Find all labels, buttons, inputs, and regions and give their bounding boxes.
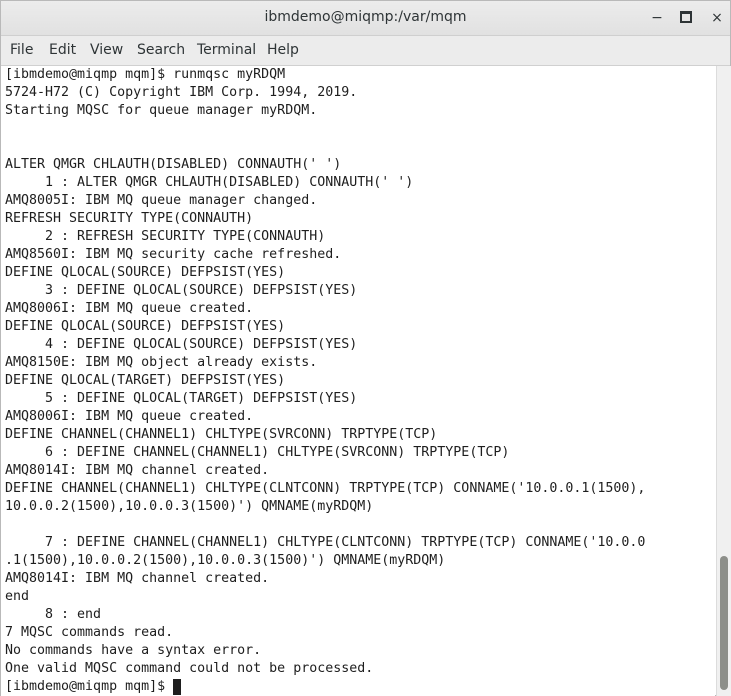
terminal-line: AMQ8006I: IBM MQ queue created. (5, 301, 254, 316)
terminal-line: 1 : ALTER QMGR CHLAUTH(DISABLED) CONNAUT… (5, 175, 414, 190)
close-button[interactable]: × (705, 6, 729, 30)
terminal-line: REFRESH SECURITY TYPE(CONNAUTH) (5, 211, 254, 226)
terminal-line: AMQ8005I: IBM MQ queue manager changed. (5, 193, 318, 208)
terminal-line: 5 : DEFINE QLOCAL(TARGET) DEFPSIST(YES) (5, 391, 358, 406)
terminal-line: .1(1500),10.0.0.2(1500),10.0.0.3(1500)')… (5, 553, 446, 568)
minimize-icon: − (651, 10, 663, 26)
terminal-line: AMQ8150E: IBM MQ object already exists. (5, 355, 318, 370)
menu-help[interactable]: Help (267, 42, 299, 58)
terminal-line: DEFINE QLOCAL(TARGET) DEFPSIST(YES) (5, 373, 286, 388)
terminal-line: 7 MQSC commands read. (5, 625, 174, 640)
prompt-line: [ibmdemo@miqmp mqm]$ (5, 678, 645, 696)
text-cursor (173, 679, 182, 695)
menu-file[interactable]: File (10, 42, 33, 58)
terminal-line: Starting MQSC for queue manager myRDQM. (5, 103, 318, 118)
maximize-icon (680, 10, 692, 23)
terminal-text: [ibmdemo@miqmp mqm]$ runmqsc myRDQM 5724-… (5, 66, 645, 696)
terminal-line: AMQ8006I: IBM MQ queue created. (5, 409, 254, 424)
terminal-line: 8 : end (5, 607, 102, 622)
prompt-text: [ibmdemo@miqmp mqm]$ (5, 679, 174, 694)
terminal-line: DEFINE CHANNEL(CHANNEL1) CHLTYPE(SVRCONN… (5, 427, 438, 442)
title-bar[interactable]: ibmdemo@miqmp:/var/mqm − × (1, 1, 730, 36)
terminal-line: One valid MQSC command could not be proc… (5, 661, 374, 676)
terminal-line: DEFINE QLOCAL(SOURCE) DEFPSIST(YES) (5, 319, 286, 334)
terminal-line: 7 : DEFINE CHANNEL(CHANNEL1) CHLTYPE(CLN… (5, 535, 646, 550)
terminal-line: AMQ8014I: IBM MQ channel created. (5, 571, 270, 586)
terminal-line: 2 : REFRESH SECURITY TYPE(CONNAUTH) (5, 229, 326, 244)
menu-bar: File Edit View Search Terminal Help (1, 36, 730, 66)
terminal-line: AMQ8560I: IBM MQ security cache refreshe… (5, 247, 342, 262)
menu-edit[interactable]: Edit (49, 42, 76, 58)
terminal-line: No commands have a syntax error. (5, 643, 262, 658)
menu-search[interactable]: Search (137, 42, 185, 58)
minimize-button[interactable]: − (645, 6, 669, 30)
terminal-line: DEFINE QLOCAL(SOURCE) DEFPSIST(YES) (5, 265, 286, 280)
terminal-line: end (5, 589, 30, 604)
close-icon: × (711, 10, 723, 26)
terminal-output[interactable]: [ibmdemo@miqmp mqm]$ runmqsc myRDQM 5724-… (1, 66, 715, 696)
terminal-line: 5724-H72 (C) Copyright IBM Corp. 1994, 2… (5, 85, 358, 100)
window-title: ibmdemo@miqmp:/var/mqm (264, 9, 467, 25)
terminal-line: 10.0.0.2(1500),10.0.0.3(1500)') QMNAME(m… (5, 499, 374, 514)
terminal-line: 6 : DEFINE CHANNEL(CHANNEL1) CHLTYPE(SVR… (5, 445, 510, 460)
maximize-button[interactable] (674, 6, 698, 30)
menu-terminal[interactable]: Terminal (197, 42, 256, 58)
vertical-scrollbar[interactable] (716, 66, 731, 696)
terminal-line: 4 : DEFINE QLOCAL(SOURCE) DEFPSIST(YES) (5, 337, 358, 352)
terminal-window: ibmdemo@miqmp:/var/mqm − × File Edit Vie… (0, 0, 731, 696)
terminal-line: DEFINE CHANNEL(CHANNEL1) CHLTYPE(CLNTCON… (5, 481, 646, 496)
terminal-line: 3 : DEFINE QLOCAL(SOURCE) DEFPSIST(YES) (5, 283, 358, 298)
terminal-line: [ibmdemo@miqmp mqm]$ runmqsc myRDQM (5, 67, 286, 82)
terminal-line: ALTER QMGR CHLAUTH(DISABLED) CONNAUTH(' … (5, 157, 342, 172)
menu-view[interactable]: View (90, 42, 123, 58)
scrollbar-thumb[interactable] (720, 556, 728, 690)
terminal-line: AMQ8014I: IBM MQ channel created. (5, 463, 270, 478)
